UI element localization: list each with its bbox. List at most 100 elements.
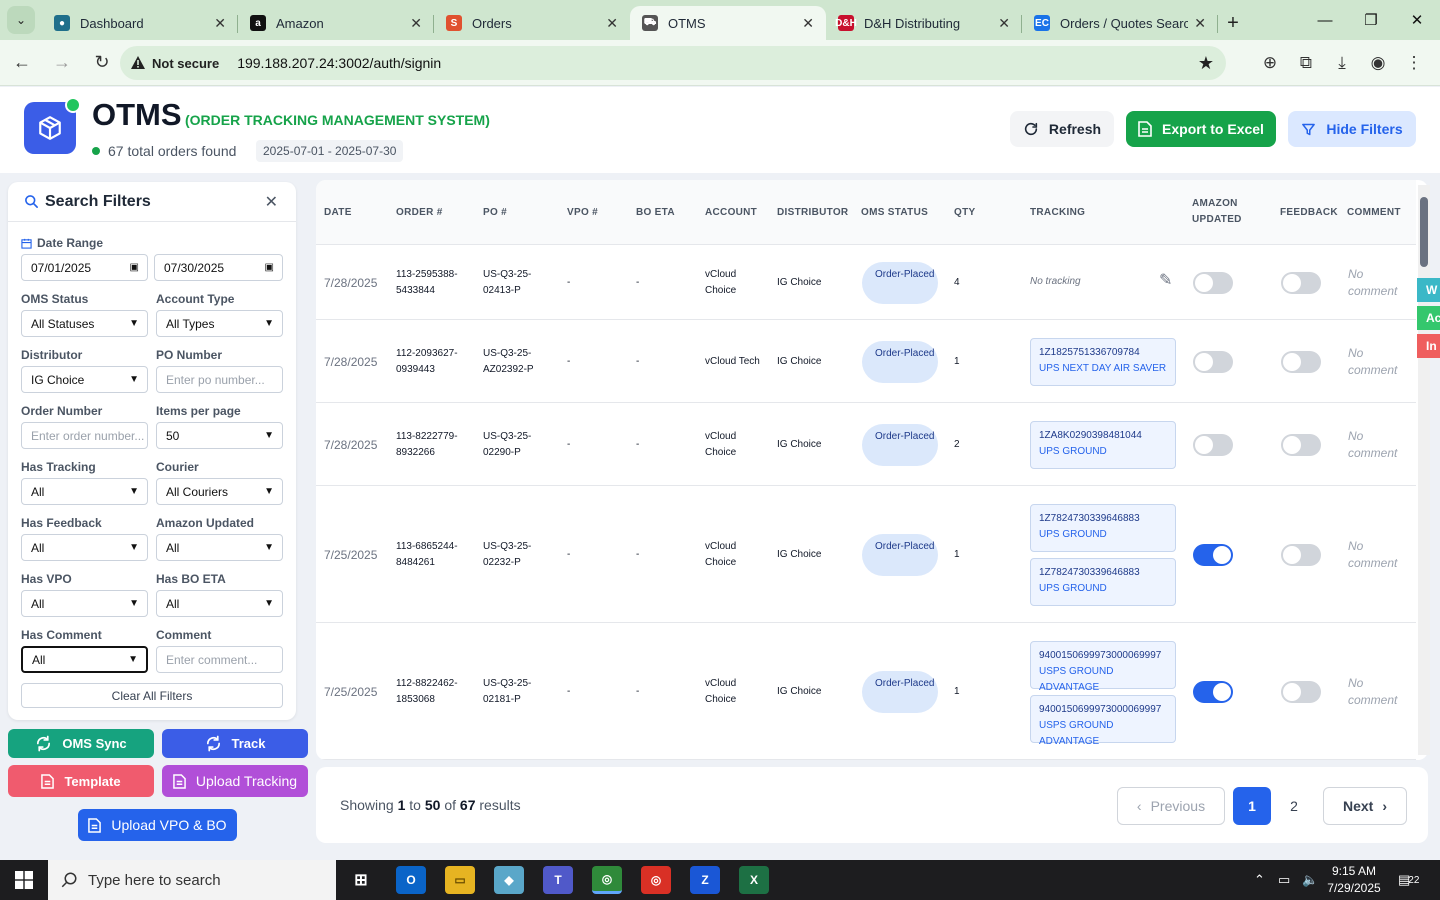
column-header[interactable]: BO ETA [636,205,675,221]
distributor-select[interactable]: IG Choice ▼ [21,366,148,393]
comment-text[interactable]: No comment [1348,345,1404,379]
column-header[interactable]: OMS STATUS [861,205,928,221]
bookmark-star-icon[interactable]: ★ [1198,53,1214,74]
has-comment-select[interactable]: All ▼ [21,646,148,673]
has-feedback-select[interactable]: All ▼ [21,534,148,561]
table-row[interactable]: 7/25/2025 113-6865244-8484261 US-Q3-25-022… [316,486,1416,623]
po-number-input[interactable]: Enter po number... [156,366,283,393]
new-tab-button[interactable]: + [1218,6,1248,40]
side-widget-tab[interactable]: W [1417,278,1440,302]
scrollbar-thumb[interactable] [1420,197,1428,267]
outlook-icon[interactable]: O [396,866,426,894]
amazon-updated-toggle[interactable] [1193,680,1233,703]
windows-start-button[interactable] [0,860,48,900]
export-excel-button[interactable]: Export to Excel [1126,111,1276,147]
close-window-icon[interactable]: ✕ [1394,0,1440,40]
oms-sync-button[interactable]: OMS Sync [8,729,154,758]
date-to-input[interactable]: 07/30/2025 ▣ [154,254,283,281]
comment-text[interactable]: No comment [1348,675,1404,709]
close-tab-icon[interactable]: ✕ [1194,15,1206,32]
side-widget-tab[interactable]: Ac [1417,306,1440,330]
url-text[interactable]: 199.188.207.24:3002/auth/signin [237,55,441,71]
translate-icon[interactable]: ⊕ [1252,46,1288,80]
chrome-profile-icon[interactable]: ◎ [641,866,671,894]
close-tab-icon[interactable]: ✕ [998,15,1010,32]
network-icon[interactable]: ▭ [1278,860,1290,900]
column-header[interactable]: TRACKING [1030,205,1085,221]
close-tab-icon[interactable]: ✕ [214,15,226,32]
page-1-button[interactable]: 1 [1233,787,1271,825]
tracking-number[interactable]: 9400150699973000069997 [1039,648,1167,664]
tray-chevron-icon[interactable]: ⌃ [1254,860,1265,900]
teams-icon[interactable]: T [543,866,573,894]
clear-filters-button[interactable]: Clear All Filters [21,683,283,708]
close-tab-icon[interactable]: ✕ [802,15,814,32]
comment-input[interactable]: Enter comment... [156,646,283,673]
table-row[interactable]: 7/28/2025 112-2093627-0939443 US-Q3-25-AZ0… [316,320,1416,403]
calendar-picker-icon[interactable]: ▣ [265,262,274,273]
more-menu-icon[interactable]: ⋮ [1396,46,1432,80]
table-row[interactable]: 7/28/2025 113-8222779-8932266 US-Q3-25-022… [316,403,1416,486]
edit-pencil-icon[interactable]: ✎ [1159,272,1172,289]
tracking-number[interactable]: 1ZA8K0290398481044 [1039,428,1167,444]
close-tab-icon[interactable]: ✕ [606,15,618,32]
column-header[interactable]: COMMENT [1347,205,1401,221]
browser-tab[interactable]: ● Dashboard ✕ [42,6,238,40]
omnibox[interactable]: Not secure 199.188.207.24:3002/auth/sign… [120,46,1226,80]
file-explorer-icon[interactable]: ▭ [445,866,475,894]
close-filters-icon[interactable]: ✕ [265,192,278,212]
table-scrollbar[interactable] [1418,185,1430,755]
feedback-toggle[interactable] [1281,350,1321,373]
table-row[interactable]: 7/25/2025 112-8822462-1853068 US-Q3-25-021… [316,623,1416,760]
tracking-number[interactable]: 1Z1825751336709784 [1039,345,1167,361]
calendar-picker-icon[interactable]: ▣ [130,262,139,273]
extensions-icon[interactable]: ⧉ [1288,46,1324,80]
amazon-updated-toggle[interactable] [1193,271,1233,294]
table-row[interactable]: 7/28/2025 113-2595388-5433844 US-Q3-25-024… [316,245,1416,320]
order-number-input[interactable]: Enter order number... [21,422,148,449]
tracking-number[interactable]: 9400150699973000069997 [1039,702,1167,718]
tracking-number[interactable]: 1Z7824730339646883 [1039,565,1167,581]
has-vpo-select[interactable]: All ▼ [21,590,148,617]
tracking-card[interactable]: 9400150699973000069997 USPS GROUND ADVANT… [1030,640,1176,693]
courier-select[interactable]: All Couriers ▼ [156,478,283,505]
tracking-card[interactable]: 1Z1825751336709784 UPS NEXT DAY AIR SAVER [1030,337,1176,386]
upload-tracking-button[interactable]: Upload Tracking [162,765,308,797]
refresh-button[interactable]: Refresh [1010,111,1114,147]
restore-icon[interactable]: ❐ [1348,0,1394,40]
column-header[interactable]: ACCOUNT [705,205,757,221]
feedback-toggle[interactable] [1281,433,1321,456]
app-diamond-icon[interactable]: ◆ [494,866,524,894]
reload-icon[interactable]: ↻ [84,45,120,81]
browser-tab[interactable]: D&H D&H Distributing ✕ [826,6,1022,40]
items-per-page-select[interactable]: 50 ▼ [156,422,283,449]
amazon-updated-toggle[interactable] [1193,543,1233,566]
tracking-card[interactable]: 1Z7824730339646883 UPS GROUND [1030,557,1176,606]
track-button[interactable]: Track [162,729,308,758]
notifications-icon[interactable]: ▤ 22 [1398,860,1419,900]
task-view-icon[interactable]: ⊞ [346,866,376,894]
amazon-updated-select[interactable]: All ▼ [156,534,283,561]
column-header[interactable]: ORDER # [396,205,443,221]
account-type-select[interactable]: All Types ▼ [156,310,283,337]
feedback-toggle[interactable] [1281,271,1321,294]
profile-icon[interactable]: ◉ [1360,46,1396,80]
browser-tab[interactable]: ⛟ OTMS ✕ [630,6,826,40]
amazon-updated-toggle[interactable] [1193,433,1233,456]
column-header[interactable]: VPO # [567,205,598,221]
volume-icon[interactable]: 🔈 [1302,860,1318,900]
tab-search-button[interactable]: ⌄ [4,5,38,35]
tracking-card[interactable]: 1Z7824730339646883 UPS GROUND [1030,503,1176,552]
hide-filters-button[interactable]: Hide Filters [1288,111,1416,147]
column-header[interactable]: DATE [324,205,352,221]
forward-icon[interactable]: → [44,45,80,81]
comment-text[interactable]: No comment [1348,538,1404,572]
feedback-toggle[interactable] [1281,680,1321,703]
browser-tab[interactable]: S Orders ✕ [434,6,630,40]
close-tab-icon[interactable]: ✕ [410,15,422,32]
side-widget-tab[interactable]: In [1417,334,1440,358]
previous-page-button[interactable]: ‹ Previous [1117,787,1225,825]
next-page-button[interactable]: Next › [1323,787,1407,825]
minimize-icon[interactable]: — [1302,0,1348,40]
page-2-button[interactable]: 2 [1275,787,1313,825]
